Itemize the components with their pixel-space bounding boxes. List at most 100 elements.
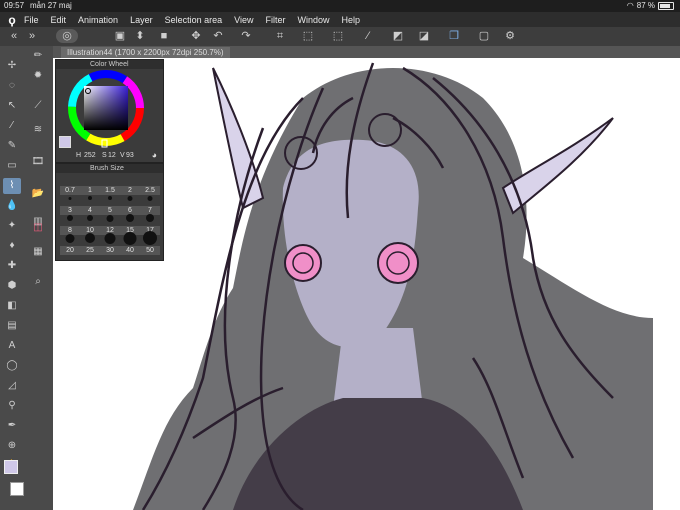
brush-size-option[interactable]: 40 — [120, 230, 140, 256]
expand-panels-icon[interactable]: » — [24, 29, 40, 43]
saturation-value[interactable]: 12 — [108, 152, 116, 159]
correct-line-tool-icon[interactable]: ✒ — [3, 418, 21, 434]
status-time: 09:57 — [4, 1, 25, 10]
marker-subtool-icon[interactable]: ⟋ — [29, 98, 47, 114]
status-battery: ◠ 87 % — [627, 1, 674, 10]
zoom-tool-icon[interactable]: ⚲ — [3, 398, 21, 414]
brush-size-label: 30 — [100, 246, 120, 255]
ink-tool-icon[interactable]: ♦ — [3, 238, 21, 254]
brush-size-dot — [123, 231, 137, 245]
brush-size-label: 25 — [80, 246, 100, 255]
menu-filter[interactable]: Filter — [265, 15, 285, 25]
menu-layer[interactable]: Layer — [130, 15, 153, 25]
sub-color-swatch[interactable] — [10, 482, 24, 496]
eyedropper-tool-icon[interactable]: ⁄ — [3, 118, 21, 134]
color-wheel-palette: Color Wheel H 252 S 12 V 93 ◕ — [55, 59, 164, 163]
brush-size-dot — [87, 215, 93, 221]
eraser-tool-icon[interactable]: ▭ — [3, 158, 21, 174]
color-wheel[interactable] — [56, 70, 163, 150]
brush-size-option[interactable]: 20 — [60, 230, 80, 256]
deselect-icon[interactable]: ⬚ — [330, 29, 346, 43]
hue-label: H — [76, 152, 82, 159]
layer-icon[interactable]: ▣ — [112, 29, 128, 43]
ruler-tool-icon[interactable]: ◿ — [3, 378, 21, 394]
pencil-subtool-icon[interactable]: ✏ — [29, 48, 47, 64]
menu-file[interactable]: File — [24, 15, 39, 25]
battery-percent: 87 % — [636, 1, 655, 10]
redo-icon[interactable]: ↷ — [238, 29, 254, 43]
status-bar: 09:57 mån 27 maj ◠ 87 % — [0, 0, 680, 12]
brush-size-dot — [106, 214, 114, 222]
collapse-panels-icon[interactable]: « — [6, 29, 22, 43]
eyedropper-icon[interactable]: ⁄ — [360, 29, 376, 43]
fill-layer-icon[interactable]: ◩ — [390, 29, 406, 43]
command-bar: « » ◎ ▣ ⬍ ■ ✥ ↶ ↷ ⌗ ⬚ ⬚ ⁄ ◩ ◪ ❐ ▢ ⚙ — [0, 27, 680, 47]
fill-tool-icon[interactable]: ⬢ — [3, 278, 21, 294]
document-tab[interactable]: Illustration44 (1700 x 2200px 72dpi 250.… — [61, 47, 230, 58]
airbrush-subtool-icon[interactable]: ✹ — [29, 68, 47, 84]
brush-size-palette: Brush Size 0.711.522.5345678101215172025… — [55, 163, 164, 261]
menu-edit[interactable]: Edit — [51, 15, 67, 25]
clip-studio-icon[interactable]: ◎ — [56, 29, 78, 43]
menu-window[interactable]: Window — [297, 15, 329, 25]
menu-view[interactable]: View — [234, 15, 253, 25]
frame-icon[interactable]: ▢ — [476, 29, 492, 43]
brush-size-dot — [126, 214, 134, 222]
blend-tool-icon[interactable]: 💧 — [3, 198, 21, 214]
brush-size-option[interactable]: 25 — [80, 230, 100, 256]
document-tab-bar: Illustration44 (1700 x 2200px 72dpi 250.… — [53, 46, 680, 58]
tool-column: ✢ ◌ ↖ ⁄ ✎ ▭ ⌇ 💧 ✦ ♦ ✚ ⬢ ◧ ▤ A ◯ ◿ ⚲ ✒ ⊕ … — [0, 46, 24, 510]
battery-icon — [658, 1, 674, 10]
magnify-tool-icon[interactable]: ⊕ — [3, 438, 21, 454]
undo-icon[interactable]: ↶ — [210, 29, 226, 43]
brush-size-dot — [67, 215, 73, 221]
value-label: V — [120, 152, 125, 159]
copy-layers-icon[interactable]: ❐ — [446, 29, 462, 43]
color-wheel-main-swatch[interactable] — [59, 136, 71, 148]
brush-tool-icon[interactable]: ⌇ — [3, 178, 21, 194]
brush-size-dot — [143, 231, 157, 245]
brush-size-dot — [85, 233, 95, 243]
gradient-tool-icon[interactable]: ◧ — [3, 298, 21, 314]
left-toolbar: ✢ ◌ ↖ ⁄ ✎ ▭ ⌇ 💧 ✦ ♦ ✚ ⬢ ◧ ▤ A ◯ ◿ ⚲ ✒ ⊕ … — [0, 46, 53, 510]
value-value[interactable]: 93 — [126, 152, 134, 159]
menu-selection-area[interactable]: Selection area — [165, 15, 223, 25]
color-mode-icon[interactable]: ◕ — [152, 150, 157, 160]
selection-tool-icon[interactable]: ↖ — [3, 98, 21, 114]
brush-size-option[interactable]: 30 — [100, 230, 120, 256]
menu-help[interactable]: Help — [342, 15, 361, 25]
brush-size-label: 40 — [120, 246, 140, 255]
move-tool-icon[interactable]: ✢ — [3, 58, 21, 74]
crop-icon[interactable]: ⌗ — [272, 29, 288, 43]
main-color-swatch[interactable] — [4, 460, 18, 474]
decoration-tool-icon[interactable]: ✦ — [3, 218, 21, 234]
right-eye — [377, 242, 419, 284]
brush-size-dot — [127, 195, 133, 201]
material-icon[interactable]: ◫ — [29, 220, 47, 236]
square-icon[interactable]: ■ — [156, 29, 172, 43]
figure-tool-icon[interactable]: ▤ — [3, 318, 21, 334]
menu-animation[interactable]: Animation — [78, 15, 118, 25]
brush-size-dot — [104, 232, 116, 244]
balloon-tool-icon[interactable]: ◯ — [3, 358, 21, 374]
lasso-tool-icon[interactable]: ◌ — [3, 78, 21, 94]
brush-size-option[interactable]: 50 — [140, 230, 160, 256]
pen-tool-icon[interactable]: ✎ — [3, 138, 21, 154]
text-tool-icon[interactable]: A — [3, 338, 21, 354]
search-icon[interactable]: ⌕ — [29, 274, 47, 290]
select-all-icon[interactable]: ⬚ — [300, 29, 316, 43]
spin-arrows-icon[interactable]: ⬍ — [132, 29, 148, 43]
film-icon[interactable]: 🎞 — [29, 154, 47, 170]
stamp-tool-icon[interactable]: ✚ — [3, 258, 21, 274]
transform-icon[interactable]: ✥ — [188, 29, 204, 43]
color-wheel-title: Color Wheel — [56, 60, 163, 69]
hue-value[interactable]: 252 — [84, 152, 96, 159]
folder-icon[interactable]: 📂 — [29, 186, 47, 202]
settings-icon[interactable]: ⚙ — [502, 29, 518, 43]
layers-subtool-icon[interactable]: ≋ — [29, 122, 47, 138]
brush-size-dot — [68, 196, 72, 200]
brush-size-label: 20 — [60, 246, 80, 255]
bucket-icon[interactable]: ◪ — [416, 29, 432, 43]
app-logo-icon[interactable]: ϙ — [0, 13, 24, 27]
color-set-icon[interactable]: ▦ — [29, 244, 47, 260]
